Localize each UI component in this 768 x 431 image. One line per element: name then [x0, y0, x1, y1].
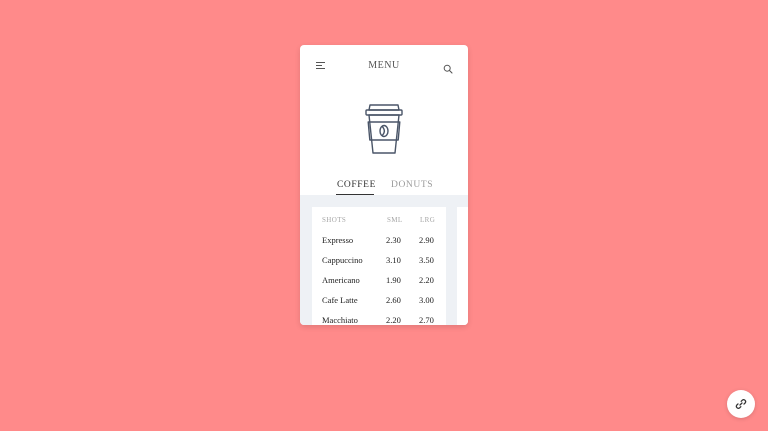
- table-row[interactable]: Macchiato 2.20 2.70: [312, 315, 446, 325]
- price-small: 2.60: [386, 295, 401, 305]
- top-bar: MENU: [300, 45, 468, 87]
- table-row[interactable]: Cappuccino 3.10 3.50: [312, 255, 446, 275]
- price-large: 3.00: [419, 295, 434, 305]
- search-icon[interactable]: [443, 61, 453, 74]
- item-name: Macchiato: [322, 315, 358, 325]
- coffee-cup-icon: [362, 102, 406, 156]
- phone-screen: MENU COFFEE DONUTS SHOTS SML LRG Express…: [300, 45, 468, 325]
- price-small: 2.20: [386, 315, 401, 325]
- menu-content: SHOTS SML LRG Expresso 2.30 2.90 Cappucc…: [300, 195, 468, 325]
- tab-donuts[interactable]: DONUTS: [391, 180, 433, 190]
- price-small: 3.10: [386, 255, 401, 265]
- table-row[interactable]: Americano 1.90 2.20: [312, 275, 446, 295]
- menu-card: SHOTS SML LRG Expresso 2.30 2.90 Cappucc…: [312, 207, 446, 325]
- price-large: 3.50: [419, 255, 434, 265]
- price-small: 2.30: [386, 235, 401, 245]
- column-header-shots: SHOTS: [322, 216, 347, 224]
- price-small: 1.90: [386, 275, 401, 285]
- item-name: Cafe Latte: [322, 295, 358, 305]
- link-button[interactable]: [727, 390, 755, 418]
- tab-coffee[interactable]: COFFEE: [337, 180, 376, 190]
- category-tabs: COFFEE DONUTS: [300, 177, 468, 197]
- item-name: Cappuccino: [322, 255, 363, 265]
- table-row[interactable]: Cafe Latte 2.60 3.00: [312, 295, 446, 315]
- price-large: 2.70: [419, 315, 434, 325]
- column-header-sml: SML: [387, 216, 403, 224]
- link-icon: [735, 399, 747, 409]
- price-large: 2.90: [419, 235, 434, 245]
- item-name: Expresso: [322, 235, 354, 245]
- table-row[interactable]: Expresso 2.30 2.90: [312, 235, 446, 255]
- item-name: Americano: [322, 275, 360, 285]
- price-large: 2.20: [419, 275, 434, 285]
- column-header-lrg: LRG: [420, 216, 436, 224]
- next-card-peek[interactable]: [457, 207, 468, 325]
